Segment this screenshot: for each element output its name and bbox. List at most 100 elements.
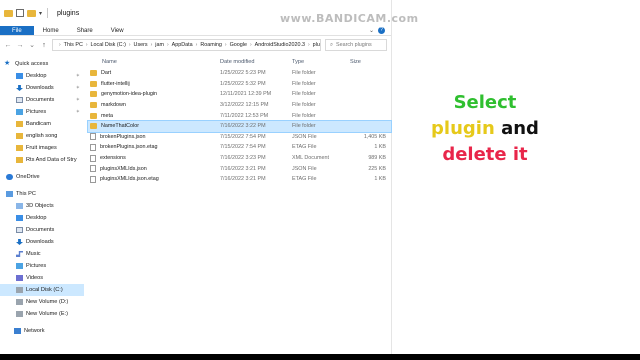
table-row[interactable]: brokenPlugins.json.etag 7/15/2022 7:54 PM… [88,142,391,153]
table-row[interactable]: extensions 7/16/2022 3:23 PM XML Document 9… [88,153,391,164]
chevron-right-icon[interactable]: › [59,42,61,48]
table-row[interactable]: genymotion-idea-plugin 12/11/2021 12:39 P… [88,89,391,100]
sidebar-item-quick-access[interactable]: ★ Quick access [0,58,84,70]
chevron-right-icon[interactable]: › [167,42,169,48]
forward-arrow-icon[interactable]: → [16,42,24,49]
column-header-name[interactable]: Name [88,59,220,65]
breadcrumb-appdata[interactable]: AppData [172,42,193,48]
sidebar-item-new-volume-e[interactable]: New Volume (E:) [0,308,84,320]
sidebar-item-downloads-pc[interactable]: Downloads [0,236,84,248]
table-row[interactable]: meta 7/11/2022 12:53 PM File folder [88,110,391,121]
table-row[interactable]: brokenPlugins.json 7/15/2022 7:54 PM JSON … [88,132,391,143]
pin-icon: ✶ [75,85,80,91]
back-arrow-icon[interactable]: ← [4,42,12,49]
chevron-right-icon[interactable]: › [86,42,88,48]
breadcrumb-roaming[interactable]: Roaming [200,42,222,48]
sidebar-item-documents-pc[interactable]: Documents [0,224,84,236]
address-row: ← → ⌄ ↑ › This PC › Local Disk (C:) › Us… [0,36,391,54]
breadcrumb-plugins[interactable]: plugins [313,42,320,48]
cell-date: 12/11/2021 12:39 PM [220,91,272,98]
chevron-right-icon[interactable]: › [225,42,227,48]
sidebar-item-label: Pictures [26,263,47,269]
breadcrumb-google[interactable]: Google [230,42,247,48]
sidebar-item-english-song[interactable]: english song [0,130,84,142]
table-row[interactable]: NameThatColor 7/16/2022 3:22 PM File folde… [87,120,392,133]
breadcrumb-this-pc[interactable]: This PC [64,42,83,48]
sidebar-item-label: This PC [16,191,36,197]
breadcrumb-local-disk[interactable]: Local Disk (C:) [91,42,126,48]
table-row[interactable]: pluginsXMLIds.json.etag 7/16/2022 3:21 PM… [88,174,391,185]
chevron-right-icon[interactable]: › [196,42,198,48]
folder-icon [90,91,97,98]
file-icon [90,165,96,173]
sidebar-item-local-disk[interactable]: Local Disk (C:) [0,284,84,296]
sidebar-item-label: Network [24,328,45,334]
up-arrow-icon[interactable]: ↑ [40,42,48,49]
table-row[interactable]: markdown 3/12/2022 12:15 PM File folder [88,100,391,111]
sidebar-item-desktop[interactable]: Desktop ✶ [0,70,84,82]
help-icon[interactable]: ? [378,27,385,34]
disk-icon [16,299,23,305]
tab-share[interactable]: Share [68,26,102,35]
chevron-right-icon[interactable]: › [250,42,252,48]
overlay-word-and: and [501,118,539,139]
table-row[interactable]: pluginsXMLIds.json 7/16/2022 3:21 PM JSON … [88,163,391,174]
tab-view[interactable]: View [102,26,133,35]
chevron-right-icon[interactable]: › [308,42,310,48]
breadcrumb-androidstudio[interactable]: AndroidStudio2020.3 [255,42,305,48]
sidebar-item-pictures[interactable]: Pictures ✶ [0,106,84,118]
sidebar-item-3d-objects[interactable]: 3D Objects [0,200,84,212]
tab-file[interactable]: File [0,26,34,35]
table-row[interactable]: flutter-intellij 1/25/2022 5:32 PM File fo… [88,79,391,90]
sidebar-item-music[interactable]: Music [0,248,84,260]
sidebar-item-videos[interactable]: Videos [0,272,84,284]
sidebar-item-downloads[interactable]: Downloads ✶ [0,82,84,94]
sidebar-item-pictures-pc[interactable]: Pictures [0,260,84,272]
folder-icon [90,70,97,77]
cell-date: 7/15/2022 7:54 PM [220,133,266,140]
search-input[interactable]: ⌕ Search plugins [325,39,387,51]
cell-name: markdown [88,102,220,109]
sidebar-item-label: Bandicam [26,121,51,127]
ribbon-tabs: File Home Share View ⌄ ? [0,26,391,36]
chevron-right-icon[interactable]: › [129,42,131,48]
sidebar-item-fruit-images[interactable]: Fruit images [0,142,84,154]
sidebar-item-desktop-pc[interactable]: Desktop [0,212,84,224]
cell-size: 1 KB [374,144,386,151]
file-name: flutter-intellij [101,80,130,87]
sidebar-item-network[interactable]: Network [0,325,84,337]
pin-icon: ✶ [75,73,80,79]
folder-icon [16,157,23,163]
sidebar-item-new-volume-d[interactable]: New Volume (D:) [0,296,84,308]
sidebar-item-onedrive[interactable]: OneDrive [0,171,84,183]
cell-date: 1/25/2022 5:23 PM [220,70,266,77]
cell-type: File folder [292,91,316,98]
new-folder-icon[interactable] [27,9,36,17]
column-header-date[interactable]: Date modified [220,59,292,65]
sidebar-item-this-pc[interactable]: This PC [0,188,84,200]
file-icon [90,133,96,141]
chevron-right-icon[interactable]: › [151,42,153,48]
recent-chevron-icon[interactable]: ⌄ [28,41,36,49]
cell-date: 1/25/2022 5:32 PM [220,80,266,87]
address-bar[interactable]: › This PC › Local Disk (C:) › Users › ja… [52,39,321,51]
sidebar-item-documents[interactable]: Documents ✶ [0,94,84,106]
chevron-down-icon[interactable]: ⌄ [369,27,374,34]
tab-home[interactable]: Home [34,26,68,35]
ribbon-controls: ⌄ ? [369,26,391,35]
sidebar-item-rts-and-data[interactable]: Rts And Data of Stry [0,154,84,166]
column-header-type[interactable]: Type [292,59,350,65]
breadcrumb-users[interactable]: Users [134,42,148,48]
properties-icon[interactable] [16,9,24,17]
file-name: Dart [101,70,112,77]
sidebar-item-bandicam[interactable]: Bandicam [0,118,84,130]
file-name: markdown [101,102,126,109]
breadcrumb-jam[interactable]: jam [155,42,164,48]
cell-name: brokenPlugins.json.etag [88,143,220,151]
desktop-icon [16,215,23,221]
column-header-size[interactable]: Size [350,59,390,65]
customize-toolbar-icon[interactable]: ▾ [39,10,42,17]
table-row[interactable]: Dart 1/25/2022 5:23 PM File folder [88,68,391,79]
search-icon: ⌕ [330,41,334,48]
cell-type: JSON File [292,165,317,172]
